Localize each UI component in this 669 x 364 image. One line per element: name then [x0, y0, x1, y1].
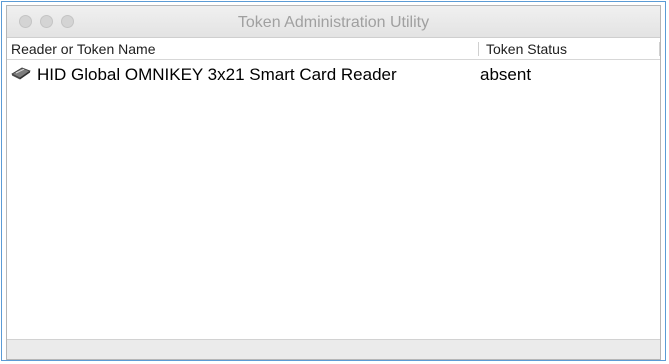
column-divider[interactable]	[478, 42, 479, 56]
screenshot-frame: Token Administration Utility Reader or T…	[1, 1, 666, 361]
app-window: Token Administration Utility Reader or T…	[6, 5, 661, 360]
window-title: Token Administration Utility	[237, 14, 430, 31]
token-status: absent	[480, 65, 532, 84]
title-bar[interactable]: Token Administration Utility	[7, 6, 660, 38]
column-divider[interactable]	[659, 42, 660, 56]
reader-name: HID Global OMNIKEY 3x21 Smart Card Reade…	[37, 65, 397, 84]
column-header-status[interactable]: Token Status	[486, 41, 567, 57]
column-header-name[interactable]: Reader or Token Name	[11, 41, 155, 57]
card-reader-icon	[11, 67, 31, 80]
table-header: Reader or Token Name Token Status	[7, 38, 660, 60]
status-bar	[7, 339, 660, 359]
table-row[interactable]: HID Global OMNIKEY 3x21 Smart Card Reade…	[7, 62, 660, 86]
